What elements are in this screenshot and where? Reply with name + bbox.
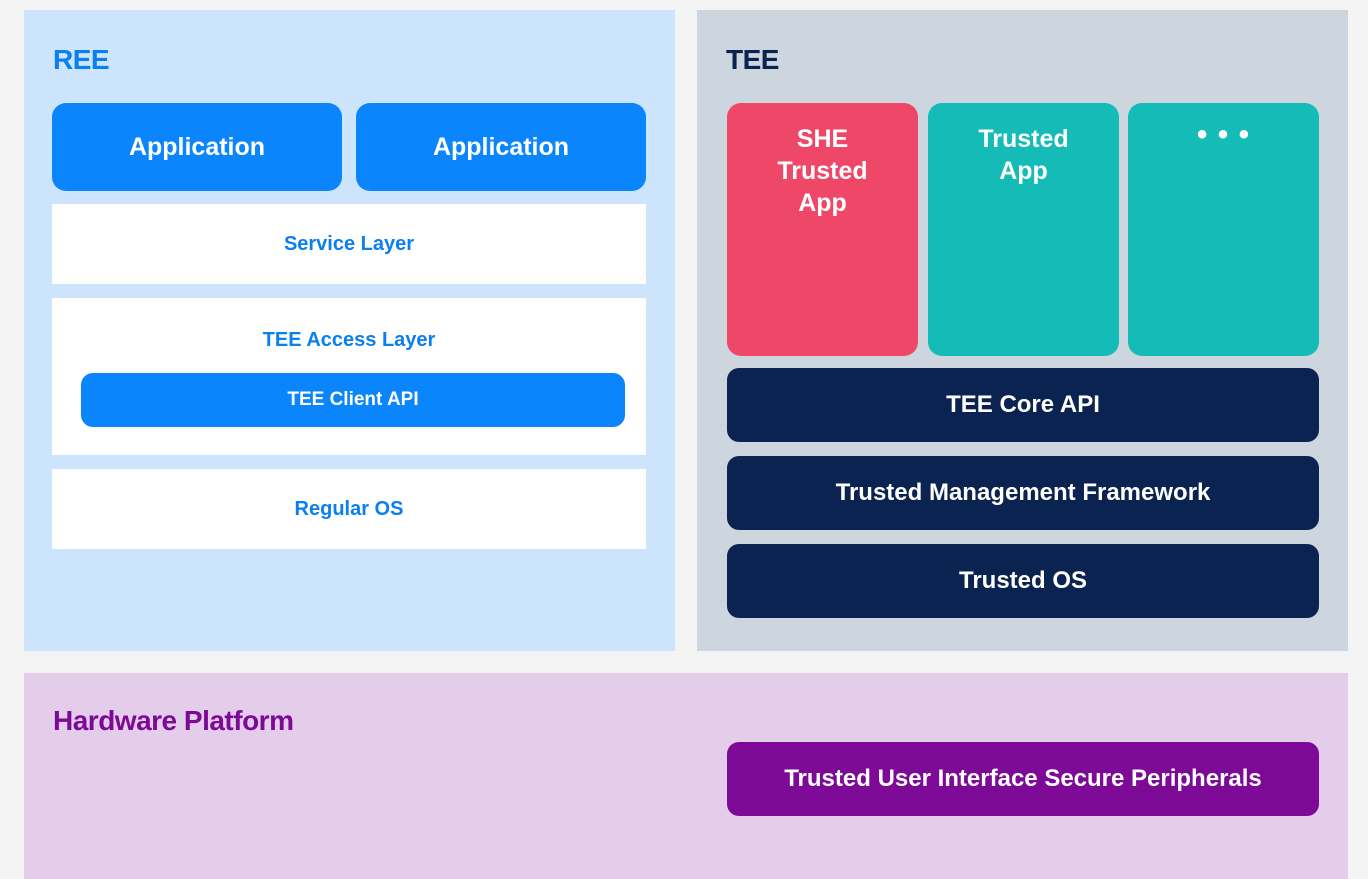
tee-title: TEE — [726, 44, 779, 75]
trusted-app: Trusted App — [928, 103, 1119, 356]
tee-client-api: TEE Client API — [81, 373, 625, 427]
tee-panel: TEE SHE Trusted App Trusted App • • • TE… — [697, 10, 1348, 651]
application-box-2: Application — [356, 103, 646, 191]
trusted-user-interface-box: Trusted User Interface Secure Peripheral… — [727, 742, 1319, 816]
tee-core-api: TEE Core API — [727, 368, 1319, 442]
regular-os: Regular OS — [52, 469, 646, 549]
architecture-diagram: REE Application Application Service Laye… — [0, 0, 1368, 879]
she-trusted-app: SHE Trusted App — [727, 103, 918, 356]
hardware-platform-title: Hardware Platform — [53, 705, 294, 736]
hardware-platform-panel: Hardware Platform Trusted User Interface… — [24, 673, 1348, 879]
ree-title: REE — [53, 44, 110, 75]
tee-access-layer-label: TEE Access Layer — [262, 329, 436, 351]
trusted-os: Trusted OS — [727, 544, 1319, 618]
service-layer: Service Layer — [52, 204, 646, 284]
trusted-management-framework: Trusted Management Framework — [727, 456, 1319, 530]
more-apps-ellipsis: • • • — [1128, 103, 1319, 356]
ree-panel: REE Application Application Service Laye… — [24, 10, 675, 651]
application-box-1: Application — [52, 103, 342, 191]
